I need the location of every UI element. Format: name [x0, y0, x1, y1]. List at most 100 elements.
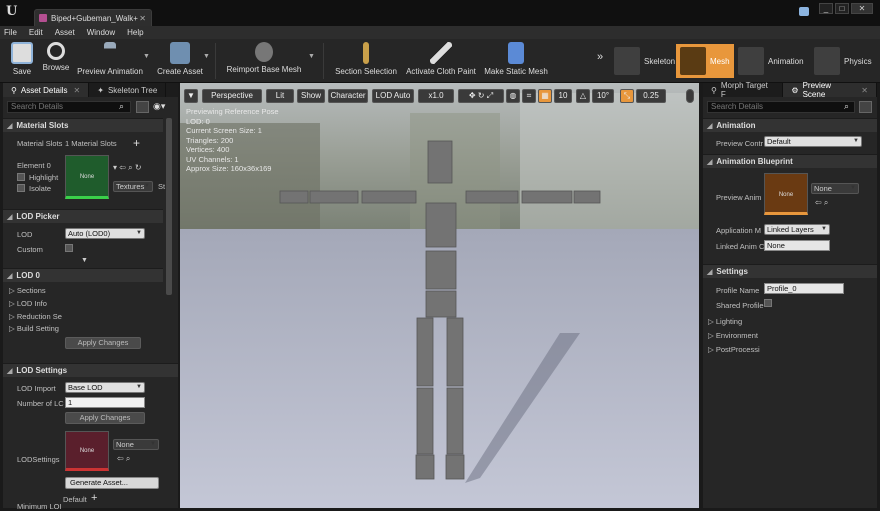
use-selected-arrow-icon[interactable]: ⇦ ⌕ — [117, 454, 130, 464]
mode-animation-button[interactable]: Animation — [734, 44, 808, 78]
reimport-dropdown-icon[interactable]: ▼ — [308, 53, 315, 60]
character-button[interactable]: Character — [328, 89, 368, 103]
details-search-input[interactable]: Search Details — [7, 101, 131, 113]
create-asset-button[interactable]: Create Asset — [155, 42, 205, 76]
material-thumbnail[interactable]: None — [65, 155, 109, 199]
lod-settings-header[interactable]: ◢ LOD Settings — [3, 363, 178, 377]
menu-asset[interactable]: Asset — [55, 28, 75, 37]
bone-icon: ✦ — [97, 85, 104, 95]
number-of-lods-input[interactable]: 1 — [65, 397, 145, 408]
world-local-icon[interactable]: ◍ — [506, 89, 520, 103]
left-panel-scrollbar[interactable] — [166, 118, 172, 295]
lod-dropdown[interactable]: Auto (LOD0) — [65, 228, 145, 239]
minimize-button[interactable]: _ — [819, 3, 833, 14]
section-selection-button[interactable]: Section Selection — [334, 42, 398, 76]
sections-item[interactable]: ▷ Sections — [9, 286, 46, 295]
add-slot-icon[interactable]: + — [133, 136, 140, 150]
tab-asset-details[interactable]: ⚲ Asset Details ✕ — [3, 83, 90, 97]
generate-asset-button[interactable]: Generate Asset... — [65, 477, 159, 489]
asset-document-tab[interactable]: Biped+Gubeman_Walk+ ✕ — [34, 9, 152, 26]
close-tab-icon[interactable]: ✕ — [139, 14, 146, 23]
lighting-item[interactable]: ▷ Lighting — [708, 317, 742, 326]
feedback-icon[interactable] — [799, 7, 809, 16]
postprocessing-item[interactable]: ▷ PostProcessi — [708, 345, 760, 354]
lod0-apply-changes-button[interactable]: Apply Changes — [65, 337, 141, 349]
details-icon: ⚲ — [11, 85, 17, 95]
anim-blueprint-thumbnail[interactable]: None — [764, 173, 808, 215]
preview-animation-dropdown-icon[interactable]: ▼ — [143, 53, 150, 60]
material-slots-header[interactable]: ◢ Material Slots — [3, 118, 163, 132]
camera-speed-button[interactable]: x1.0 — [418, 89, 454, 103]
lod0-header[interactable]: ◢ LOD 0 — [3, 268, 163, 282]
reimport-base-mesh-button[interactable]: Reimport Base Mesh — [226, 42, 302, 74]
tab-skeleton-tree[interactable]: ✦ Skeleton Tree — [89, 83, 167, 97]
linked-anim-field[interactable]: None — [764, 240, 830, 251]
save-button[interactable]: Save — [8, 42, 36, 76]
lod-settings-apply-changes-button[interactable]: Apply Changes — [65, 412, 145, 424]
lod-info-item[interactable]: ▷ LOD Info — [9, 299, 47, 308]
lit-button[interactable]: Lit — [266, 89, 294, 103]
perspective-button[interactable]: Perspective — [202, 89, 262, 103]
reduction-settings-item[interactable]: ▷ Reduction Se — [9, 312, 62, 321]
make-static-mesh-button[interactable]: Make Static Mesh — [484, 42, 548, 76]
profile-name-input[interactable]: Profile_0 — [764, 283, 844, 294]
preview-animation-button[interactable]: Preview Animation — [75, 42, 145, 76]
mode-physics-button[interactable]: Physics — [810, 44, 876, 78]
viewport-menu-button[interactable]: ▼ — [184, 89, 198, 103]
highlight-checkbox[interactable] — [17, 173, 25, 181]
scale-snap-icon[interactable]: ⤡ — [620, 89, 634, 103]
rotation-snap-icon[interactable]: △ — [576, 89, 590, 103]
lod-settings-asset-dropdown[interactable]: None — [113, 439, 159, 450]
mode-skeleton-button[interactable]: Skeleton — [610, 44, 679, 78]
visibility-eye-icon[interactable]: ◉▾ — [153, 101, 165, 112]
animation-header[interactable]: ◢ Animation — [703, 118, 877, 132]
show-button[interactable]: Show — [297, 89, 325, 103]
expand-arrow-icon[interactable]: ▼ — [81, 257, 88, 264]
animation-mode-icon — [738, 47, 764, 75]
tab-morph-target[interactable]: ⚲ Morph Target F — [703, 81, 784, 99]
material-picker-icon[interactable]: ▾ ⇦ ⌕ ↻ — [113, 163, 142, 173]
add-default-icon[interactable]: + — [91, 492, 97, 504]
shared-profile-checkbox[interactable] — [764, 299, 772, 307]
tab-preview-scene[interactable]: ⚙ Preview Scene ✕ — [783, 81, 877, 99]
browse-button[interactable]: Browse — [40, 42, 72, 72]
preview-controller-dropdown[interactable]: Default — [764, 136, 862, 147]
animation-blueprint-header[interactable]: ◢ Animation Blueprint — [703, 154, 877, 168]
use-selected-arrow-icon[interactable]: ⇦ ⌕ — [815, 198, 828, 208]
view-options-grid-icon[interactable] — [859, 101, 872, 113]
activate-cloth-paint-button[interactable]: Activate Cloth Paint — [404, 42, 478, 76]
textures-dropdown[interactable]: Textures — [113, 181, 153, 192]
menu-window[interactable]: Window — [87, 28, 115, 37]
more-chevron-icon[interactable]: » — [597, 51, 603, 63]
menu-help[interactable]: Help — [127, 28, 143, 37]
environment-item[interactable]: ▷ Environment — [708, 331, 758, 340]
close-window-button[interactable]: ✕ — [851, 3, 873, 14]
menu-file[interactable]: File — [4, 28, 17, 37]
view-options-grid-icon[interactable] — [136, 101, 149, 113]
settings-header[interactable]: ◢ Settings — [703, 264, 877, 278]
grid-size-button[interactable]: 10 — [554, 89, 572, 103]
anim-blueprint-dropdown[interactable]: None — [811, 183, 859, 194]
transform-tools-icon[interactable]: ✥ ↻ ⤢ — [458, 89, 504, 103]
build-settings-item[interactable]: ▷ Build Setting — [9, 324, 59, 333]
lod-import-dropdown[interactable]: Base LOD — [65, 382, 145, 393]
viewport-options-icon[interactable] — [686, 89, 694, 103]
lod-auto-button[interactable]: LOD Auto — [372, 89, 414, 103]
scale-value-button[interactable]: 0.25 — [636, 89, 666, 103]
maximize-button[interactable]: □ — [835, 3, 849, 14]
mode-mesh-button[interactable]: Mesh — [676, 44, 734, 78]
viewport[interactable] — [180, 83, 699, 508]
create-asset-dropdown-icon[interactable]: ▼ — [203, 53, 210, 60]
rotation-angle-button[interactable]: 10° — [592, 89, 614, 103]
menu-edit[interactable]: Edit — [29, 28, 43, 37]
unreal-logo-icon[interactable]: U — [6, 4, 20, 19]
right-details-panel: ⚲ Morph Target F ⚙ Preview Scene ✕ Search D… — [703, 81, 877, 508]
application-method-dropdown[interactable]: Linked Layers — [764, 224, 830, 235]
custom-checkbox[interactable] — [65, 244, 73, 252]
surface-snap-icon[interactable]: ⌗ — [522, 89, 536, 103]
lod-picker-header[interactable]: ◢ LOD Picker — [3, 209, 163, 223]
grid-snap-toggle-icon[interactable]: ▦ — [538, 89, 552, 103]
preview-search-input[interactable]: Search Details — [707, 101, 855, 113]
isolate-checkbox[interactable] — [17, 184, 25, 192]
lod-settings-thumbnail[interactable]: None — [65, 431, 109, 471]
